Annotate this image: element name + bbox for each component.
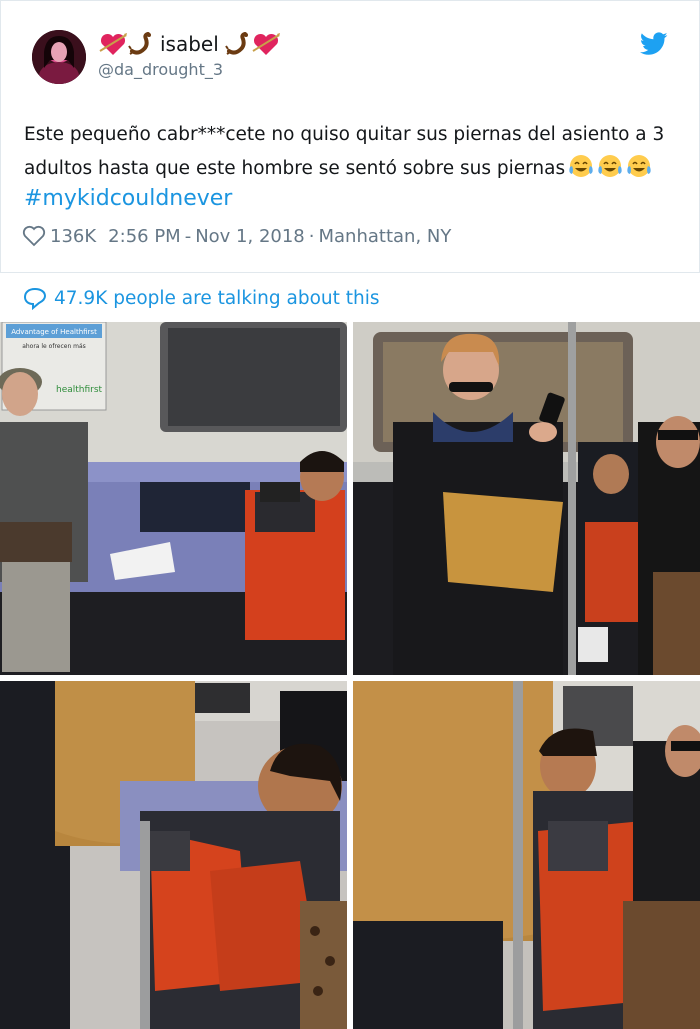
photo-1[interactable]: Advantage of Healthfirst ahora le ofrece… <box>0 322 347 675</box>
poster-subtitle: ahora le ofrecen más <box>22 343 86 350</box>
meta-separator: - <box>184 225 192 247</box>
tears-of-joy-emoji-icon <box>598 155 622 177</box>
meta-dot: · <box>308 225 315 247</box>
tears-of-joy-emoji-icon <box>627 155 651 177</box>
heart-with-arrow-icon <box>99 33 127 55</box>
speech-bubble-icon <box>23 287 47 310</box>
avatar[interactable] <box>32 30 86 84</box>
name-row: isabel <box>98 28 281 60</box>
hashtag-link[interactable]: #mykidcouldnever <box>24 186 232 211</box>
poster-brand: healthfirst <box>56 385 103 395</box>
photo-grid: Advantage of Healthfirst ahora le ofrece… <box>0 322 700 1029</box>
twitter-bird-icon[interactable] <box>640 32 668 56</box>
tweet-card: isabel @da_drought_3 Este pequeño cabr**… <box>0 0 700 320</box>
scorpion-icon <box>128 32 151 55</box>
divider <box>0 272 700 273</box>
tweet-date[interactable]: Nov 1, 2018 <box>195 226 305 247</box>
poster-title: Advantage of Healthfirst <box>11 328 97 336</box>
tweet-meta: 136K 2:56 PM - Nov 1, 2018 · Manhattan, … <box>22 222 455 250</box>
photo-2[interactable] <box>353 322 700 675</box>
talking-link[interactable]: 47.9K people are talking about this <box>22 284 380 312</box>
photo-4[interactable] <box>353 681 700 1029</box>
display-name[interactable]: isabel <box>160 32 219 56</box>
heart-icon[interactable] <box>22 225 46 247</box>
tweet-text: Este pequeño cabr***cete no quiso quitar… <box>24 118 674 186</box>
user-handle[interactable]: @da_drought_3 <box>98 60 223 79</box>
photo-3[interactable] <box>0 681 347 1029</box>
tweet-text-line: Este pequeño cabr***cete no quiso quitar… <box>24 124 665 145</box>
heart-with-arrow-icon <box>252 33 280 55</box>
tweet-text-line: adultos hasta que este hombre se sentó s… <box>24 152 674 186</box>
tweet-location[interactable]: Manhattan, NY <box>319 226 452 247</box>
tweet-text-line-2: adultos hasta que este hombre se sentó s… <box>24 158 566 179</box>
like-count[interactable]: 136K <box>50 226 96 247</box>
scorpion-icon <box>224 32 248 55</box>
tears-of-joy-emoji-icon <box>569 155 593 177</box>
tweet-time[interactable]: 2:56 PM <box>108 226 181 247</box>
talking-text: 47.9K people are talking about this <box>54 287 380 309</box>
